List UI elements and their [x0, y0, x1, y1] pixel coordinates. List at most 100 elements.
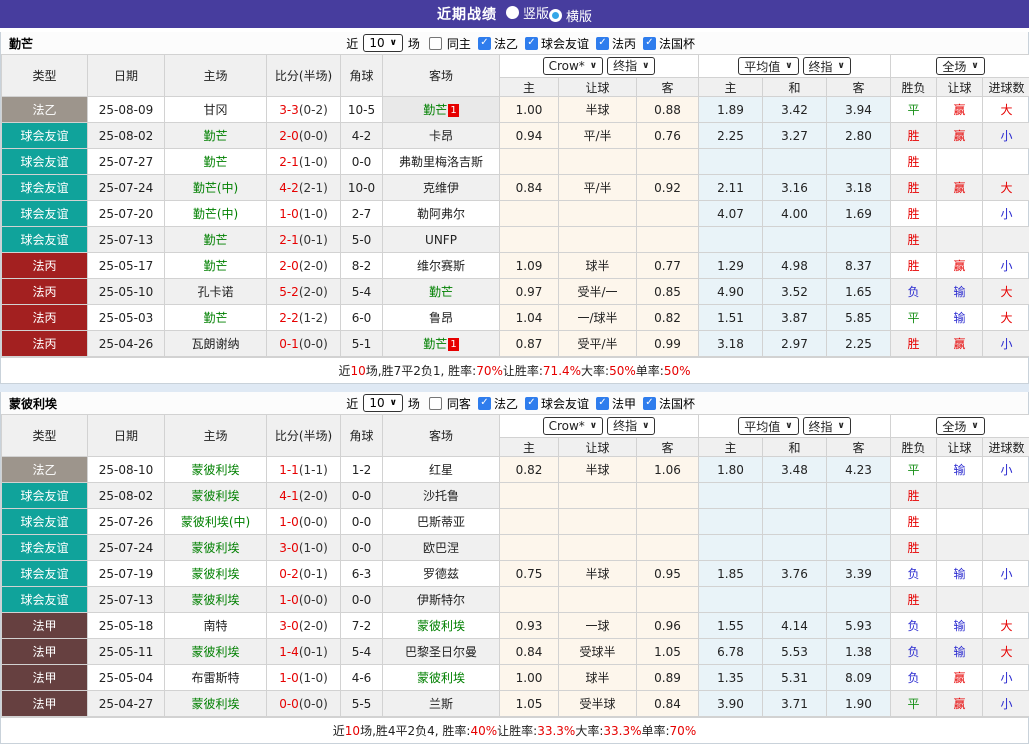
chevron-down-icon: ∨ — [590, 421, 597, 431]
match-score: 2-0(2-0) — [267, 253, 341, 279]
league-filter-checkbox[interactable]: ✓ — [478, 37, 491, 50]
corner-score: 10-5 — [341, 97, 383, 123]
result-outcome: 平 — [891, 97, 937, 123]
league-badge: 法丙 — [2, 253, 88, 279]
home-team-name: 勤芒 — [203, 233, 227, 247]
home-team: 勤芒 — [165, 305, 267, 331]
odds-away: 1.06 — [637, 457, 699, 483]
average-select-value: 平均值 — [744, 418, 780, 435]
league-filter-checkbox[interactable]: ✓ — [525, 37, 538, 50]
same-venue-checkbox[interactable] — [429, 37, 442, 50]
avg-draw — [763, 149, 827, 175]
match-score: 2-1(0-1) — [267, 227, 341, 253]
summary-segment: 70% — [476, 364, 503, 378]
result-goals — [983, 535, 1029, 561]
scope-select[interactable]: 全场∨ — [936, 57, 984, 75]
red-card-badge: 1 — [448, 338, 458, 351]
away-team: UNFP — [383, 227, 500, 253]
odds-company-select[interactable]: Crow*∨ — [543, 57, 604, 75]
avg-draw: 3.71 — [763, 691, 827, 717]
match-score: 5-2(2-0) — [267, 279, 341, 305]
league-filter-checkbox[interactable]: ✓ — [643, 37, 656, 50]
radio-vertical[interactable]: 竖版 — [506, 3, 549, 22]
corner-score: 6-3 — [341, 561, 383, 587]
col-header-type: 类型 — [2, 415, 88, 457]
result-handicap — [937, 587, 983, 613]
result-goals — [983, 587, 1029, 613]
average-select[interactable]: 平均值∨ — [738, 417, 798, 435]
average-group: 平均值∨ 终指∨ — [699, 415, 891, 438]
result-goals — [983, 483, 1029, 509]
odds-away: 0.88 — [637, 97, 699, 123]
league-filter-checkbox[interactable]: ✓ — [525, 397, 538, 410]
avg-draw: 4.14 — [763, 613, 827, 639]
odds-home: 0.94 — [500, 123, 559, 149]
average-stage-select[interactable]: 终指∨ — [803, 417, 851, 435]
average-stage-select[interactable]: 终指∨ — [803, 57, 851, 75]
home-team-name: 南特 — [203, 619, 227, 633]
col-header-home: 主场 — [165, 415, 267, 457]
avg-draw: 3.16 — [763, 175, 827, 201]
league-filter-checkbox[interactable]: ✓ — [478, 397, 491, 410]
half-time-score: (1-1) — [299, 463, 328, 477]
odds-away: 0.99 — [637, 331, 699, 357]
home-team-name: 蒙彼利埃 — [191, 463, 239, 477]
half-time-score: (2-0) — [299, 259, 328, 273]
avg-draw: 3.27 — [763, 123, 827, 149]
same-venue-checkbox[interactable] — [429, 397, 442, 410]
match-score: 1-1(1-1) — [267, 457, 341, 483]
odds-stage-select[interactable]: 终指∨ — [607, 417, 655, 435]
odds-sub-header: 主 — [500, 78, 559, 97]
match-score: 1-4(0-1) — [267, 639, 341, 665]
avg-sub-header: 和 — [763, 438, 827, 457]
result-goals — [983, 149, 1029, 175]
col-header-corner: 角球 — [341, 415, 383, 457]
league-filter-checkbox[interactable]: ✓ — [643, 397, 656, 410]
odds-away — [637, 535, 699, 561]
summary-segment: 10 — [345, 724, 360, 738]
match-score: 2-1(1-0) — [267, 149, 341, 175]
league-filter-checkbox[interactable]: ✓ — [596, 397, 609, 410]
home-team: 勤芒 — [165, 123, 267, 149]
away-team-name: 巴斯蒂亚 — [417, 515, 465, 529]
result-outcome: 胜 — [891, 175, 937, 201]
radio-icon — [506, 6, 519, 19]
col-header-score: 比分(半场) — [267, 415, 341, 457]
recent-count-select[interactable]: 10∨ — [363, 394, 403, 412]
home-team: 蒙彼利埃 — [165, 457, 267, 483]
odds-stage-select[interactable]: 终指∨ — [607, 57, 655, 75]
avg-home: 1.51 — [699, 305, 763, 331]
league-badge: 法乙 — [2, 97, 88, 123]
recent-count-select-value: 10 — [369, 36, 384, 50]
odds-company-select[interactable]: Crow*∨ — [543, 417, 604, 435]
scope-select[interactable]: 全场∨ — [936, 417, 984, 435]
league-badge: 球会友谊 — [2, 123, 88, 149]
odds-handicap: 一球 — [559, 613, 637, 639]
result-goals: 大 — [983, 97, 1029, 123]
half-time-score: (0-0) — [299, 515, 328, 529]
league-badge: 法乙 — [2, 457, 88, 483]
away-team-name: 克维伊 — [423, 181, 459, 195]
avg-draw: 5.31 — [763, 665, 827, 691]
filter-bar: 近10∨场同主✓法乙✓球会友谊✓法丙✓法国杯 — [346, 34, 1028, 52]
radio-horizontal[interactable]: 横版 — [549, 6, 592, 25]
avg-draw — [763, 587, 827, 613]
avg-draw: 3.42 — [763, 97, 827, 123]
radio-icon — [549, 9, 562, 22]
league-filter-checkbox[interactable]: ✓ — [596, 37, 609, 50]
avg-sub-header: 客 — [827, 78, 891, 97]
recent-count-select[interactable]: 10∨ — [363, 34, 403, 52]
corner-score: 5-0 — [341, 227, 383, 253]
avg-away: 8.37 — [827, 253, 891, 279]
away-team: 勤芒 — [383, 279, 500, 305]
half-time-score: (0-1) — [299, 567, 328, 581]
odds-handicap: 球半 — [559, 665, 637, 691]
odds-home: 0.84 — [500, 639, 559, 665]
home-team: 蒙彼利埃 — [165, 691, 267, 717]
match-score: 1-0(0-0) — [267, 587, 341, 613]
average-select[interactable]: 平均值∨ — [738, 57, 798, 75]
home-team-name: 勤芒 — [203, 311, 227, 325]
away-team: 沙托鲁 — [383, 483, 500, 509]
odds-handicap — [559, 587, 637, 613]
league-badge: 球会友谊 — [2, 201, 88, 227]
